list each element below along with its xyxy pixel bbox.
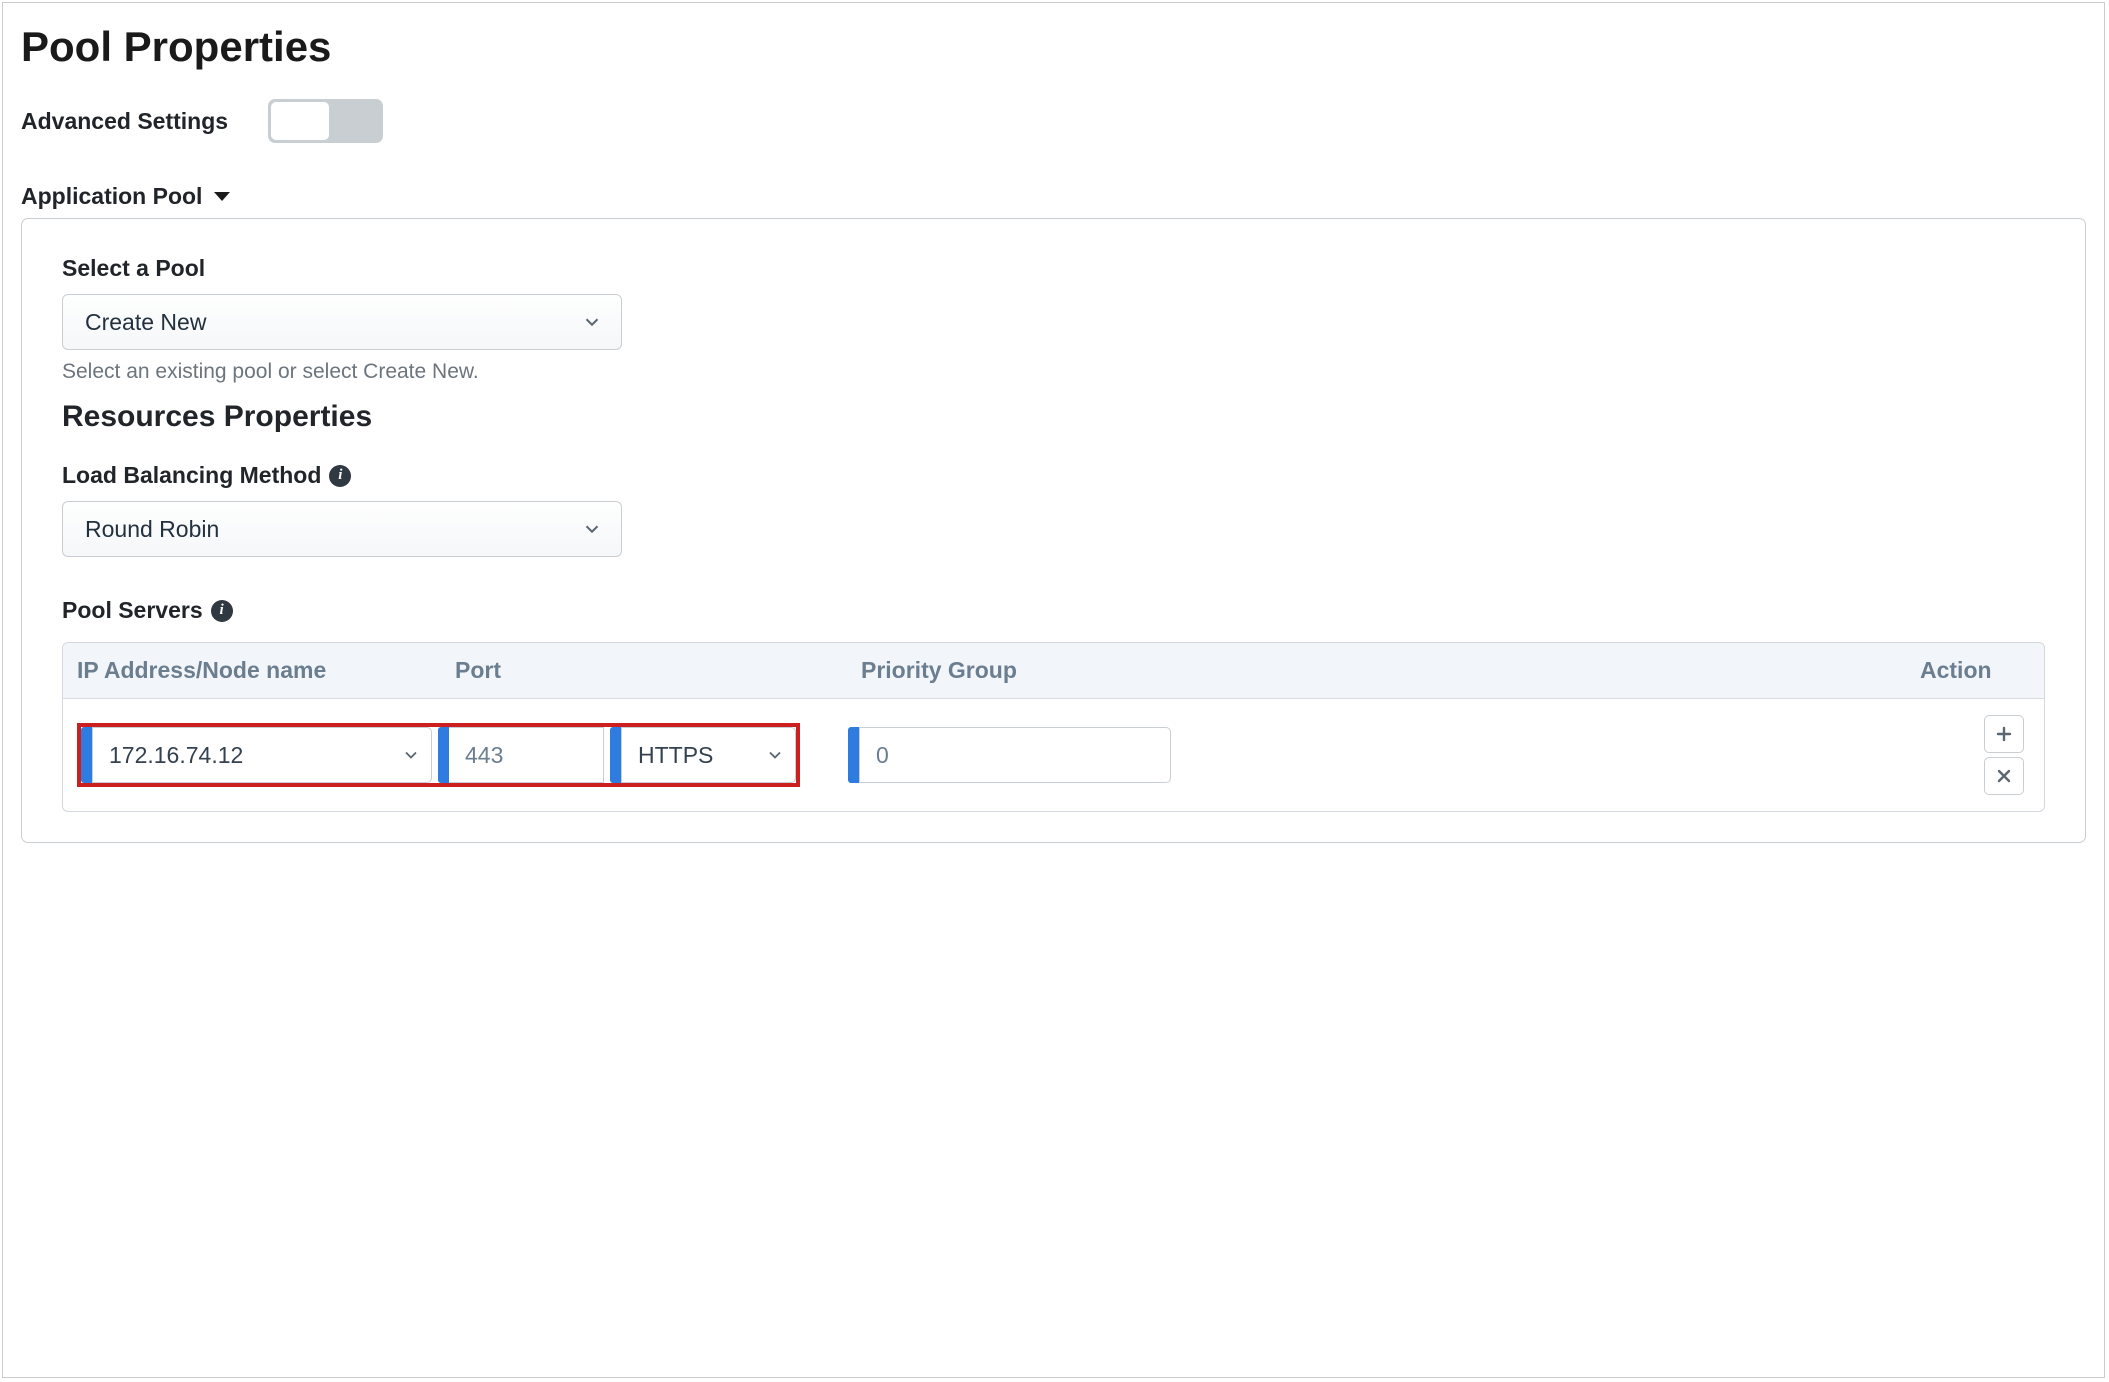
select-pool-label: Select a Pool (62, 255, 2045, 282)
highlighted-inputs: 172.16.74.12 443 HTTPS (77, 723, 800, 787)
port-value: 443 (465, 742, 503, 769)
col-port-header: Port (455, 657, 861, 684)
info-icon[interactable]: i (329, 465, 351, 487)
application-pool-panel: Select a Pool Create New Select an exist… (21, 218, 2086, 843)
close-icon (1997, 769, 2011, 783)
drag-handle[interactable] (81, 727, 92, 783)
pool-servers-label: Pool Servers i (62, 597, 2045, 624)
pool-servers-label-text: Pool Servers (62, 597, 203, 624)
chevron-down-icon (765, 745, 785, 765)
advanced-settings-label: Advanced Settings (21, 108, 228, 135)
ip-address-value: 172.16.74.12 (109, 742, 243, 769)
col-action-header: Action (1920, 657, 2030, 684)
table-row: 172.16.74.12 443 HTTPS (63, 699, 2044, 811)
port-input[interactable]: 443 (449, 727, 604, 783)
advanced-settings-toggle[interactable] (268, 99, 383, 143)
protocol-select[interactable]: HTTPS (621, 727, 796, 783)
pool-servers-table: IP Address/Node name Port Priority Group… (62, 642, 2045, 812)
load-balancing-label-text: Load Balancing Method (62, 462, 321, 489)
caret-down-icon (212, 190, 232, 204)
chevron-down-icon (581, 518, 603, 540)
priority-value: 0 (876, 742, 889, 769)
application-pool-header[interactable]: Application Pool (21, 183, 232, 210)
action-cell (1984, 715, 2030, 795)
add-row-button[interactable] (1984, 715, 2024, 753)
advanced-settings-row: Advanced Settings (21, 99, 2086, 143)
priority-cell: 0 (848, 727, 1171, 783)
protocol-value: HTTPS (638, 742, 713, 769)
load-balancing-label: Load Balancing Method i (62, 462, 2045, 489)
chevron-down-icon (581, 311, 603, 333)
drag-handle[interactable] (848, 727, 859, 783)
toggle-knob (271, 102, 329, 140)
info-icon[interactable]: i (211, 600, 233, 622)
table-header-row: IP Address/Node name Port Priority Group… (63, 643, 2044, 699)
remove-row-button[interactable] (1984, 757, 2024, 795)
ip-address-input[interactable]: 172.16.74.12 (92, 727, 432, 783)
drag-handle[interactable] (610, 727, 621, 783)
resources-properties-title: Resources Properties (62, 400, 2045, 434)
col-ip-header: IP Address/Node name (77, 657, 455, 684)
plus-icon (1996, 726, 2012, 742)
chevron-down-icon (401, 745, 421, 765)
page-title: Pool Properties (21, 23, 2086, 71)
col-priority-header: Priority Group (861, 657, 1920, 684)
application-pool-title: Application Pool (21, 183, 202, 210)
select-pool-value: Create New (85, 309, 206, 336)
load-balancing-dropdown[interactable]: Round Robin (62, 501, 622, 557)
select-pool-helper: Select an existing pool or select Create… (62, 360, 2045, 384)
priority-input[interactable]: 0 (859, 727, 1171, 783)
load-balancing-value: Round Robin (85, 516, 219, 543)
pool-properties-panel: Pool Properties Advanced Settings Applic… (2, 2, 2105, 1378)
drag-handle[interactable] (438, 727, 449, 783)
select-pool-dropdown[interactable]: Create New (62, 294, 622, 350)
